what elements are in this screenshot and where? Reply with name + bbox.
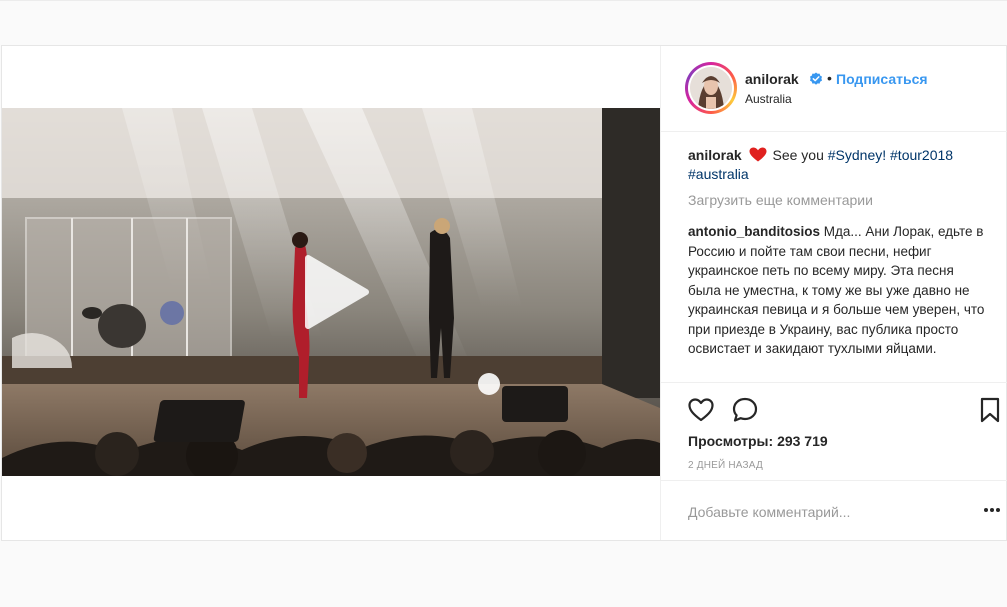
views-value: 293 719 — [777, 433, 828, 449]
add-comment-input[interactable] — [688, 502, 948, 522]
top-divider — [0, 0, 1007, 1]
avatar-border — [688, 65, 734, 111]
comment-text: Мда... Ани Лорак, едьте в Россию и пойте… — [688, 224, 985, 356]
caption-text: See you — [768, 147, 828, 163]
heart-icon[interactable] — [687, 396, 715, 424]
caption-username[interactable]: anilorak — [688, 147, 742, 163]
page-footer-area — [0, 541, 1007, 607]
heart-emoji-icon — [749, 147, 767, 162]
avatar[interactable] — [685, 62, 737, 114]
views-label: Просмотры: — [688, 433, 774, 449]
header-separator: • — [827, 70, 832, 86]
load-more-comments-button[interactable]: Загрузить еще комментарии — [688, 192, 873, 208]
hashtag-link[interactable]: #tour2018 — [890, 147, 953, 163]
post-timestamp[interactable]: 2 ДНЕЙ НАЗАД — [688, 460, 763, 471]
post-actions: Просмотры: 293 719 2 ДНЕЙ НАЗАД — [661, 382, 1007, 472]
post-media — [2, 46, 660, 540]
post-username[interactable]: anilorak — [745, 71, 799, 87]
post-header: anilorak • Подписаться Australia — [661, 46, 1007, 132]
caption: anilorak See you #Sydney! #tour2018 #aus… — [688, 146, 988, 184]
post-container: anilorak • Подписаться Australia anilora… — [1, 45, 1007, 541]
verified-icon — [810, 72, 822, 85]
top-bar — [0, 0, 1007, 45]
add-comment-section — [661, 480, 1007, 540]
avatar-portrait — [690, 67, 732, 109]
bookmark-icon[interactable] — [976, 396, 1004, 424]
comment-item: antonio_banditosios Мда... Ани Лорак, ед… — [688, 222, 988, 359]
comment-icon[interactable] — [731, 396, 759, 424]
post-sidebar: anilorak • Подписаться Australia anilora… — [660, 46, 1007, 540]
avatar-image — [690, 67, 732, 109]
follow-button[interactable]: Подписаться — [836, 71, 928, 87]
comment-username[interactable]: antonio_banditosios — [688, 224, 820, 239]
post-location[interactable]: Australia — [745, 92, 792, 106]
play-icon[interactable] — [298, 252, 372, 332]
hashtag-link[interactable]: #Sydney! — [828, 147, 886, 163]
video-player[interactable] — [2, 108, 660, 476]
views-count: Просмотры: 293 719 — [688, 433, 828, 449]
hashtag-link[interactable]: #australia — [688, 166, 749, 182]
more-options-icon[interactable] — [983, 504, 1001, 516]
